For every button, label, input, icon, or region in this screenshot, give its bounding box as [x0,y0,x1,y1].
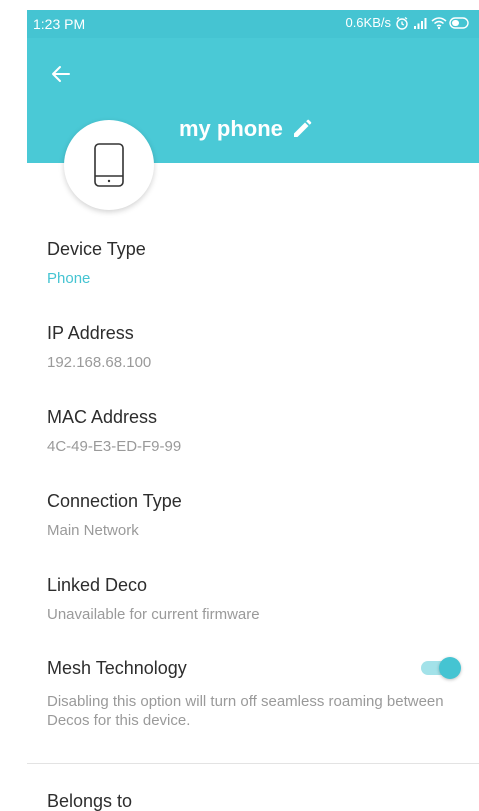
device-name: my phone [179,116,283,141]
device-avatar [64,120,154,210]
status-time: 1:23 PM [33,16,86,32]
toggle-thumb [439,657,461,679]
mesh-technology-row: Mesh Technology [47,656,461,680]
mac-address-value: 4C-49-E3-ED-F9-99 [47,438,182,455]
alarm-icon [395,16,409,30]
device-type-value[interactable]: Phone [47,269,146,289]
linked-deco-value: Unavailable for current firmware [47,606,260,623]
connection-type-section: Connection Type Main Network [47,489,182,541]
belongs-to-label[interactable]: Belongs to [47,789,132,811]
edit-pencil-icon[interactable] [291,118,313,140]
ip-address-section: IP Address 192.168.68.100 [47,321,151,373]
linked-deco-label: Linked Deco [47,575,148,595]
status-icons: 0.6KB/s [345,15,471,30]
device-type-label: Device Type [47,239,146,259]
mac-address-section: MAC Address 4C-49-E3-ED-F9-99 [47,405,181,457]
back-arrow-icon[interactable] [47,60,75,88]
phone-icon [94,143,124,187]
mesh-technology-label: Mesh Technology [47,658,187,678]
app-frame: 1:23 PM 0.6KB/s my phone Device Type Pho… [0,0,479,811]
device-name-row[interactable]: my phone [179,116,313,142]
device-detail-screen: 1:23 PM 0.6KB/s my phone Device Type Pho… [27,10,479,811]
battery-icon [449,16,471,30]
section-divider [27,763,479,764]
network-speed: 0.6KB/s [345,15,391,30]
device-type-section[interactable]: Device Type Phone [47,237,146,289]
mesh-technology-description: Disabling this option will turn off seam… [47,693,444,729]
connection-type-label: Connection Type [47,491,182,511]
connection-type-value: Main Network [47,522,139,539]
mac-address-label: MAC Address [47,407,158,427]
signal-icon [413,16,427,30]
mesh-technology-section: Mesh Technology Disabling this option wi… [47,656,467,730]
status-bar: 1:23 PM 0.6KB/s [27,10,479,38]
ip-address-label: IP Address [47,323,134,343]
wifi-icon [431,16,447,30]
ip-address-value: 192.168.68.100 [47,354,152,371]
linked-deco-section: Linked Deco Unavailable for current firm… [47,573,260,625]
mesh-technology-toggle[interactable] [417,657,461,679]
